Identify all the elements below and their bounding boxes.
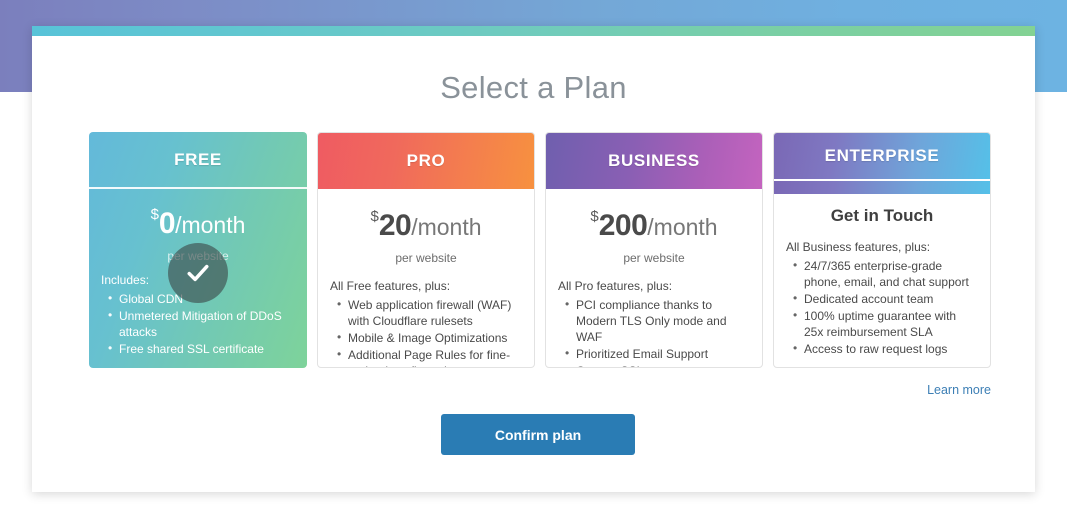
learn-more-link[interactable]: Learn more	[927, 383, 991, 397]
list-item: Access to raw request logs	[804, 341, 978, 357]
price-amount: 0	[159, 207, 175, 240]
feature-list-pro: Web application firewall (WAF) with Clou…	[330, 297, 522, 368]
plan-header-business: BUSINESS	[546, 133, 762, 189]
plan-card-enterprise[interactable]: ENTERPRISE Get in Touch All Business fea…	[773, 132, 991, 368]
feature-list-enterprise: 24/7/365 enterprise-grade phone, email, …	[786, 258, 978, 357]
per-website-note: per website	[330, 251, 522, 265]
page-title: Select a Plan	[32, 70, 1035, 106]
list-item: 100% uptime guarantee with 25x reimburse…	[804, 308, 978, 340]
plan-list: FREE $0/month per website Includes: Glob…	[89, 132, 991, 368]
price-period: /month	[647, 214, 717, 240]
list-item: Unmetered Mitigation of DDoS attacks	[119, 308, 295, 340]
plan-price-business: $200/month	[558, 209, 750, 241]
plan-body-enterprise: Get in Touch All Business features, plus…	[774, 194, 990, 367]
list-item: PCI compliance thanks to Modern TLS Only…	[576, 297, 750, 345]
select-plan-modal: Select a Plan FREE $0/month per website …	[32, 26, 1035, 492]
plan-body-business: $200/month per website All Pro features,…	[546, 189, 762, 366]
check-icon	[184, 259, 212, 287]
price-amount: 20	[379, 209, 411, 242]
price-period: /month	[175, 212, 245, 238]
feature-list-business: PCI compliance thanks to Modern TLS Only…	[558, 297, 750, 368]
list-item: Free shared SSL certificate	[119, 341, 295, 357]
list-item: Additional Page Rules for fine-grained c…	[348, 347, 522, 368]
list-item: Custom SSL certs	[576, 363, 750, 368]
plan-header-strip-enterprise	[774, 181, 990, 194]
plan-card-business[interactable]: BUSINESS $200/month per website All Pro …	[545, 132, 763, 368]
currency-symbol: $	[370, 208, 378, 225]
plan-price-pro: $20/month	[330, 209, 522, 241]
price-amount: 200	[599, 209, 648, 242]
page-root: Select a Plan FREE $0/month per website …	[0, 0, 1067, 521]
plan-header-enterprise: ENTERPRISE	[774, 133, 990, 179]
plan-name-free: FREE	[174, 150, 222, 170]
confirm-plan-button[interactable]: Confirm plan	[441, 414, 635, 455]
currency-symbol: $	[151, 206, 159, 223]
list-item: Mobile & Image Optimizations	[348, 330, 522, 346]
plan-name-enterprise: ENTERPRISE	[825, 146, 940, 166]
features-intro: All Business features, plus:	[786, 240, 978, 254]
list-item: Web application firewall (WAF) with Clou…	[348, 297, 522, 329]
list-item: Prioritized Email Support	[576, 346, 750, 362]
list-item: 24/7/365 enterprise-grade phone, email, …	[804, 258, 978, 290]
features-intro: All Pro features, plus:	[558, 279, 750, 293]
price-period: /month	[411, 214, 481, 240]
features-intro: All Free features, plus:	[330, 279, 522, 293]
currency-symbol: $	[590, 208, 598, 225]
list-item: Dedicated account team	[804, 291, 978, 307]
plan-price-free: $0/month	[101, 207, 295, 239]
plan-name-business: BUSINESS	[608, 151, 700, 171]
modal-accent-bar	[32, 26, 1035, 36]
plan-header-free: FREE	[89, 132, 307, 187]
plan-card-pro[interactable]: PRO $20/month per website All Free featu…	[317, 132, 535, 368]
plan-body-pro: $20/month per website All Free features,…	[318, 189, 534, 366]
plan-header-pro: PRO	[318, 133, 534, 189]
selected-check-badge	[168, 243, 228, 303]
plan-name-pro: PRO	[407, 151, 446, 171]
plan-card-free[interactable]: FREE $0/month per website Includes: Glob…	[89, 132, 307, 368]
per-website-note: per website	[558, 251, 750, 265]
plan-headline-enterprise: Get in Touch	[786, 206, 978, 226]
